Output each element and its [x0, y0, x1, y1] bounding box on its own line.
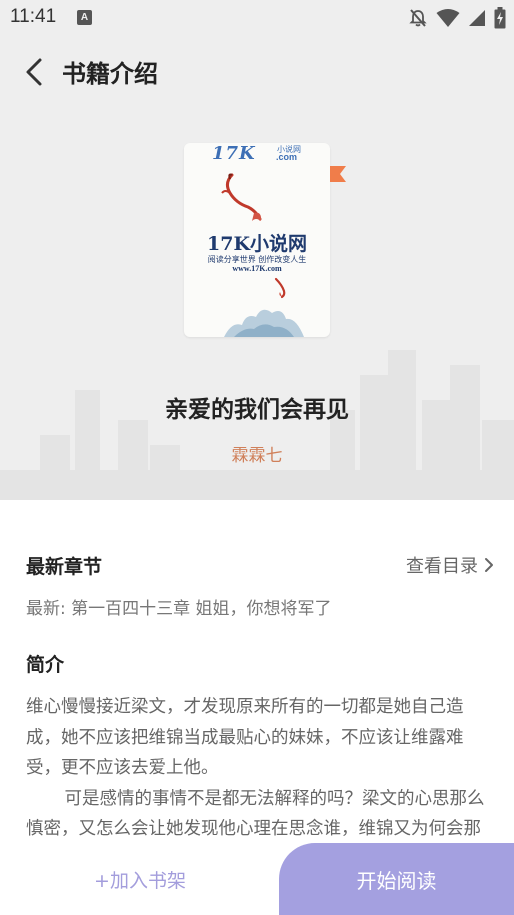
intro-paragraph: 可是感情的事情不是都无法解释的吗？梁文的心思那么慎密，又怎么会让她发现他心理在思… — [26, 788, 485, 840]
book-cover[interactable]: 17K 小说网 .com 17K小说网 阅读分享世界 创作改变人生 www.17… — [184, 143, 330, 337]
book-author[interactable]: 霖霖七 — [0, 441, 514, 466]
back-button[interactable] — [18, 54, 54, 90]
wifi-icon — [436, 9, 460, 27]
page-title: 书籍介绍 — [62, 60, 158, 88]
latest-chapter-text[interactable]: 最新: 第一百四十三章 姐姐，你想将军了 — [26, 594, 332, 619]
view-catalog-link[interactable]: 查看目录 — [406, 552, 494, 578]
status-bar: 11:41 A — [0, 0, 514, 36]
chevron-right-icon — [485, 558, 493, 572]
signal-icon — [469, 10, 485, 26]
cover-logo-text: 17K — [212, 143, 256, 164]
view-catalog-label: 查看目录 — [406, 556, 478, 577]
status-icons — [408, 7, 506, 29]
start-reading-button[interactable]: 开始阅读 — [279, 843, 514, 915]
header: 书籍介绍 — [0, 36, 514, 106]
battery-charging-icon — [494, 7, 506, 29]
chevron-left-icon — [26, 58, 42, 86]
cover-brand-name: 17K小说网 — [207, 233, 307, 255]
intro-heading: 简介 — [26, 654, 65, 676]
intro-paragraph: 维心慢慢接近梁文，才发现原来所有的一切都是她自己造成，她不应该把维锦当成最贴心的… — [26, 697, 464, 778]
ink-landscape-illustration — [224, 309, 304, 337]
bookmark-flag-icon — [330, 166, 346, 182]
notification-off-icon — [409, 9, 427, 27]
add-to-shelf-button[interactable]: +加入书架 — [0, 843, 280, 915]
cover-logo-domain: .com — [276, 152, 298, 162]
latest-chapter-heading: 最新章节 — [26, 556, 103, 578]
status-time: 11:41 — [10, 6, 57, 27]
notification-badge-icon: A — [77, 10, 92, 25]
intro-text: 维心慢慢接近梁文，才发现原来所有的一切都是她自己造成，她不应该把维锦当成最贴心的… — [26, 692, 492, 842]
cover-url: www.17K.com — [232, 264, 282, 273]
koi-fish-illustration — [221, 173, 262, 221]
book-title: 亲爱的我们会再见 — [165, 397, 349, 423]
